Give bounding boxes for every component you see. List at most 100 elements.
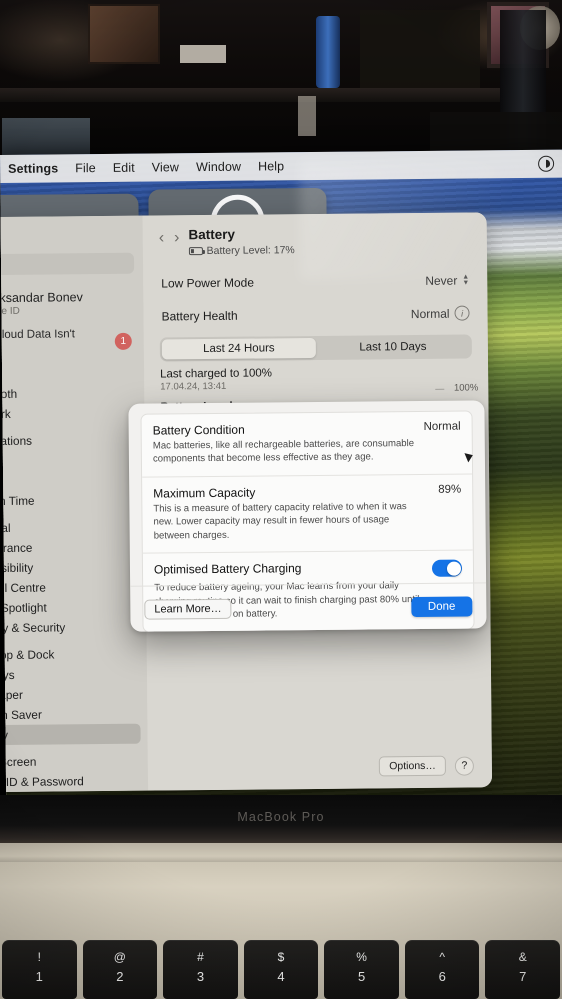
sidebar-item-bluetooth[interactable]: ᛗBluetooth — [0, 382, 137, 404]
key-symbol: % — [356, 950, 367, 964]
forward-button[interactable]: › — [174, 229, 179, 246]
sidebar-item-privacy-security[interactable]: ✋Privacy & Security — [0, 616, 140, 638]
sidebar-item-wallpaper[interactable]: ❄Wallpaper — [0, 683, 140, 705]
dialog-section-description: This is a measure of battery capacity re… — [153, 500, 407, 542]
sidebar-item-network[interactable]: ◔Network — [0, 402, 138, 424]
key-number: 2 — [116, 969, 124, 984]
sidebar-group: ◞Wi-FiᛗBluetooth◔Network — [0, 362, 138, 424]
key-number: 6 — [438, 969, 446, 984]
menu-item-edit[interactable]: Edit — [113, 161, 135, 175]
info-icon[interactable]: i — [454, 305, 470, 321]
account-text: Aleksandar Bonev Apple ID — [0, 291, 83, 317]
sidebar-item-screen-saver[interactable]: ▣Screen Saver — [0, 703, 140, 725]
low-power-mode-value-group[interactable]: Never ▲ ▼ — [425, 273, 469, 289]
sidebar-item-control-centre[interactable]: ☰Control Centre — [0, 576, 139, 598]
key-number: 4 — [277, 969, 285, 984]
sidebar-item-general[interactable]: ⚙General — [0, 516, 139, 538]
low-power-mode-value: Never — [425, 273, 458, 289]
sidebar-item-notifications[interactable]: ●Notifications — [0, 429, 138, 451]
picture-frame-left — [88, 4, 160, 64]
keyboard-key-5[interactable]: % 5 — [324, 940, 399, 999]
keyboard-key-6[interactable]: ^ 6 — [404, 940, 480, 999]
key-symbol: $ — [277, 950, 285, 964]
battery-health-value-group[interactable]: Normal i — [410, 305, 470, 322]
dialog-section-title: Maximum Capacity — [153, 485, 256, 501]
sidebar-item-label: Accessibility — [0, 560, 34, 576]
sidebar-group: ▭Desktop & Dock☀Displays❄Wallpaper▣Scree… — [0, 643, 141, 746]
sidebar-item-screen-time[interactable]: ⧖Screen Time — [0, 489, 138, 511]
sidebar-item-touch-id-password[interactable]: ●Touch ID & Password — [0, 770, 141, 792]
menu-item-window[interactable]: Window — [196, 160, 241, 174]
dialog-section-value: 89% — [438, 483, 462, 496]
laptop-screen: Settings File Edit View Window Help Alek… — [0, 149, 562, 803]
optimised-battery-charging-toggle[interactable] — [431, 559, 463, 577]
menu-item-view[interactable]: View — [152, 160, 179, 174]
sidebar-item-siri-spotlight[interactable]: ●Siri & Spotlight — [0, 596, 139, 618]
sidebar-item-desktop-dock[interactable]: ▭Desktop & Dock — [0, 643, 140, 665]
key-number: 5 — [357, 969, 366, 984]
options-button[interactable]: Options… — [379, 755, 446, 777]
sidebar-item-label: Siri & Spotlight — [0, 600, 47, 615]
page-title: Battery — [188, 226, 236, 243]
creative-cloud-icon[interactable] — [538, 155, 555, 172]
key-symbol: & — [518, 950, 527, 964]
keyboard-key-7[interactable]: & 7 — [485, 940, 561, 999]
white-label — [180, 45, 226, 63]
sidebar-item-lock-screen[interactable]: ▤Lock Screen — [0, 750, 141, 772]
sidebar-item-label: Displays — [0, 667, 15, 683]
keyboard-key-3[interactable]: #3 — [163, 940, 238, 999]
sidebar-item-label: Notifications — [0, 433, 33, 449]
sidebar-item-appearance[interactable]: ◑Appearance — [0, 536, 139, 558]
keyboard-key-4[interactable]: $4 — [243, 940, 319, 999]
learn-more-button[interactable]: Learn More… — [144, 598, 232, 620]
keyboard-key-2[interactable]: @2 — [82, 940, 158, 999]
dialog-section: Battery Condition Normal Mac batteries, li… — [141, 411, 472, 476]
dialog-section-value: Normal — [423, 420, 461, 433]
icloud-sync-alert[interactable]: Some iCloud Data Isn't Syncing 1 — [0, 322, 144, 362]
menu-item-file[interactable]: File — [75, 161, 96, 175]
done-button[interactable]: Done — [410, 595, 473, 617]
dialog-section-title: Battery Condition — [152, 422, 245, 438]
account-subtitle: Apple ID — [0, 305, 20, 317]
phone-glow — [298, 96, 316, 136]
keyboard-key-1[interactable]: ! 1 — [2, 940, 77, 999]
sidebar-item-displays[interactable]: ☀Displays — [0, 663, 140, 685]
apple-id-account-row[interactable]: Aleksandar Bonev Apple ID — [0, 282, 144, 324]
sidebar-item-label: Appearance — [0, 540, 33, 556]
menu-bar-spacer — [301, 164, 521, 166]
settings-sidebar: Search Aleksandar Bonev Apple ID Some iC… — [0, 215, 149, 793]
macbook-pro-label: MacBook Pro — [237, 810, 325, 824]
dialog-section-header: Maximum Capacity 89% — [153, 483, 461, 500]
sidebar-item-label: General — [0, 520, 11, 536]
menu-item-settings[interactable]: Settings — [8, 161, 58, 175]
dialog-section-description: Mac batteries, like all rechargeable bat… — [152, 438, 415, 465]
content-footer-buttons: Options… ? — [379, 755, 474, 777]
battery-level-text: Battery Level: 17% — [206, 244, 295, 258]
back-button[interactable]: ‹ — [159, 229, 164, 246]
battery-level-subtitle: Battery Level: 17% — [188, 244, 295, 258]
battery-health-row[interactable]: Battery Health Normal i — [159, 297, 471, 333]
sidebar-item-label: Bluetooth — [0, 386, 18, 402]
sidebar-item-label: Sound — [0, 453, 3, 469]
sidebar-item-focus[interactable]: ☽Focus — [0, 469, 138, 491]
low-power-mode-label: Low Power Mode — [161, 275, 255, 291]
sidebar-item-wi-fi[interactable]: ◞Wi-Fi — [0, 362, 137, 384]
battery-health-value: Normal — [410, 306, 450, 321]
dialog-section-header: Battery Condition Normal — [153, 421, 461, 438]
segment-last-24-hours[interactable]: Last 24 Hours — [161, 338, 316, 360]
low-power-mode-row[interactable]: Low Power Mode Never ▲ ▼ — [159, 265, 471, 300]
sidebar-item-label: Control Centre — [0, 580, 46, 596]
chevron-updown-icon[interactable]: ▲ ▼ — [462, 273, 469, 287]
sidebar-item-battery[interactable]: ▮Battery — [0, 723, 141, 746]
search-input[interactable]: Search — [0, 252, 135, 276]
sidebar-item-accessibility[interactable]: ☺Accessibility — [0, 556, 139, 578]
time-range-segmented-control[interactable]: Last 24 Hours Last 10 Days — [159, 334, 472, 362]
help-button[interactable]: ? — [454, 755, 474, 776]
header-text-group: Battery Battery Level: 17% — [188, 226, 294, 257]
key-symbol: ! — [37, 950, 41, 964]
menu-item-help[interactable]: Help — [258, 159, 284, 173]
sidebar-nav: ◞Wi-FiᛗBluetooth◔Network ●Notifications◂S… — [0, 359, 148, 792]
segment-last-10-days[interactable]: Last 10 Days — [316, 337, 470, 358]
shelf — [0, 88, 500, 102]
sidebar-item-sound[interactable]: ◂Sound — [0, 449, 138, 471]
